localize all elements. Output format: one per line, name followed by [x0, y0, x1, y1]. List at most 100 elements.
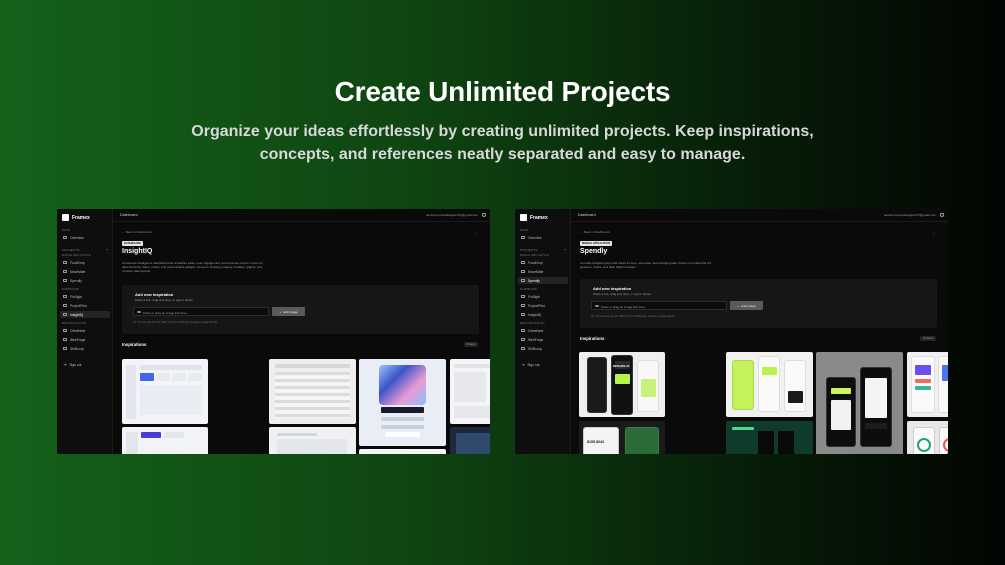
inspiration-thumbnail[interactable]: [907, 352, 948, 417]
back-to-dashboard-link[interactable]: ← Back to Dashboard: [122, 230, 151, 234]
link-icon: [595, 305, 599, 307]
project-title: Spendly: [580, 248, 608, 255]
back-label: Back to Dashboard: [583, 230, 610, 234]
sidebar-item-label: ShiftLoop: [70, 346, 84, 351]
sidebar-item-label: ShiftLoop: [528, 346, 542, 351]
back-to-dashboard-link[interactable]: ← Back to Dashboard: [580, 230, 609, 234]
framex-logo-icon: [520, 214, 527, 221]
more-options-icon[interactable]: ⋮: [474, 231, 478, 236]
inspiration-thumbnail[interactable]: [450, 359, 490, 424]
notification-bell-icon[interactable]: [482, 213, 486, 217]
project-category-badge: MOBILE APPLICATION: [580, 241, 613, 246]
folder-icon: [63, 295, 67, 298]
sidebar-item-movemate[interactable]: MoveMate: [518, 268, 568, 275]
add-project-icon[interactable]: +: [106, 247, 108, 252]
add-project-icon[interactable]: +: [564, 247, 566, 252]
folder-icon: [521, 295, 525, 298]
inspiration-thumbnail[interactable]: [122, 427, 208, 454]
sidebar-item-projectpilot[interactable]: ProjectPilot: [60, 302, 110, 309]
sidebar-item-overview[interactable]: Overview: [518, 234, 568, 241]
folder-icon: [521, 338, 525, 341]
user-email[interactable]: iamanonymousdesigner07@gmail.com: [426, 213, 478, 217]
inspiration-thumbnail[interactable]: [907, 421, 948, 454]
sidebar-section-projects: PROJECTS: [62, 248, 80, 252]
inspiration-thumbnail[interactable]: $155 8043: [579, 421, 665, 454]
inspiration-thumbnail[interactable]: [726, 352, 813, 417]
sidebar-item-label: Overview: [70, 235, 84, 240]
sign-out-label: Sign out: [69, 362, 82, 367]
image-link-input[interactable]: Paste or drag an image link here...: [133, 307, 269, 316]
hero-title: Create Unlimited Projects: [334, 76, 671, 107]
sidebar-item-clientnest[interactable]: ClientNest: [60, 327, 110, 334]
sidebar-item-fooddrop[interactable]: FoodDrop: [60, 259, 110, 266]
sidebar-item-label: Spendly: [528, 278, 540, 283]
inspiration-thumbnail[interactable]: [726, 421, 813, 454]
sidebar-item-shiftloop[interactable]: ShiftLoop: [518, 345, 568, 352]
inspiration-thumbnail[interactable]: [359, 359, 446, 446]
sidebar-group-label: MOBILE APPLICATION: [520, 254, 549, 257]
back-label: Back to Dashboard: [125, 230, 152, 234]
folder-icon: [63, 270, 67, 273]
sidebar-section-main: MAIN: [62, 228, 71, 232]
sidebar-item-finsight[interactable]: FinSight: [518, 293, 568, 300]
folder-icon: [521, 347, 525, 350]
sign-out-button[interactable]: ⇥ Sign out: [518, 361, 568, 368]
add-image-label: Add Image: [741, 303, 756, 308]
notification-bell-icon[interactable]: [940, 213, 944, 217]
inspiration-thumbnail[interactable]: [359, 449, 446, 454]
sidebar-item-webforge[interactable]: WebForge: [60, 336, 110, 343]
paste-tip: Tip: You can also use ⌘V (Mac) or Ctrl+V…: [591, 315, 676, 318]
project-description: A business intelligence dashboard that v…: [122, 261, 263, 273]
sidebar-item-fooddrop[interactable]: FoodDrop: [518, 259, 568, 266]
inspiration-thumbnail[interactable]: [122, 359, 208, 424]
inspiration-thumbnail[interactable]: $209,891.21: [579, 352, 665, 417]
inspiration-thumbnail[interactable]: [269, 359, 356, 424]
sidebar-item-label: InsightIQ: [528, 312, 542, 317]
sidebar-item-finsight[interactable]: FinSight: [60, 293, 110, 300]
logo[interactable]: Framex: [520, 214, 548, 221]
sidebar-section-projects: PROJECTS: [520, 248, 538, 252]
more-options-icon[interactable]: ⋮: [932, 231, 936, 236]
inspiration-thumbnail[interactable]: [450, 427, 490, 454]
sidebar-item-overview[interactable]: Overview: [60, 234, 110, 241]
add-image-label: Add Image: [283, 309, 298, 314]
user-email[interactable]: iamanonymousdesigner07@gmail.com: [884, 213, 936, 217]
sidebar-item-webforge[interactable]: WebForge: [518, 336, 568, 343]
folder-icon: [63, 338, 67, 341]
sidebar-item-shiftloop[interactable]: ShiftLoop: [60, 345, 110, 352]
add-image-button[interactable]: + Add Image: [730, 301, 763, 310]
add-inspiration-title: Add new inspiration: [135, 292, 174, 297]
sidebar-item-projectpilot[interactable]: ProjectPilot: [518, 302, 568, 309]
sidebar-item-clientnest[interactable]: ClientNest: [518, 327, 568, 334]
app-name: Framex: [72, 214, 90, 221]
page-title: Dashboard: [120, 213, 138, 217]
sidebar-item-spendly[interactable]: Spendly: [60, 277, 110, 284]
sidebar: Framex MAIN Overview PROJECTS + MOBILE A…: [515, 209, 571, 454]
sidebar-item-insightiq[interactable]: InsightIQ: [518, 311, 568, 318]
folder-icon: [521, 329, 525, 332]
grid-icon: [63, 236, 67, 239]
inspiration-thumbnail[interactable]: [816, 352, 903, 454]
sidebar-item-insightiq[interactable]: InsightIQ: [60, 311, 110, 318]
app-name: Framex: [530, 214, 548, 221]
add-inspiration-subtitle: Paste a link, drag and drop, or type it …: [135, 298, 194, 302]
sign-out-button[interactable]: ⇥ Sign out: [60, 361, 110, 368]
folder-icon: [521, 261, 525, 264]
add-image-button[interactable]: + Add Image: [272, 307, 305, 316]
plus-icon: +: [737, 303, 740, 308]
folder-icon: [63, 329, 67, 332]
sidebar-item-label: FoodDrop: [528, 260, 543, 265]
project-category-badge: DASHBOARD: [122, 241, 143, 246]
inspiration-thumbnail[interactable]: [269, 427, 356, 454]
sidebar-item-movemate[interactable]: MoveMate: [60, 268, 110, 275]
image-link-input[interactable]: Paste or drag an image link here...: [591, 301, 727, 310]
sidebar-item-label: ProjectPilot: [528, 303, 545, 308]
balance-amount: $155 8043: [587, 440, 604, 444]
folder-icon: [63, 313, 67, 316]
sidebar-item-spendly[interactable]: Spendly: [518, 277, 568, 284]
framex-logo-icon: [62, 214, 69, 221]
logo[interactable]: Framex: [62, 214, 90, 221]
folder-icon: [63, 279, 67, 282]
sidebar-item-label: ProjectPilot: [70, 303, 87, 308]
inspirations-heading: Inspirations: [580, 336, 605, 341]
